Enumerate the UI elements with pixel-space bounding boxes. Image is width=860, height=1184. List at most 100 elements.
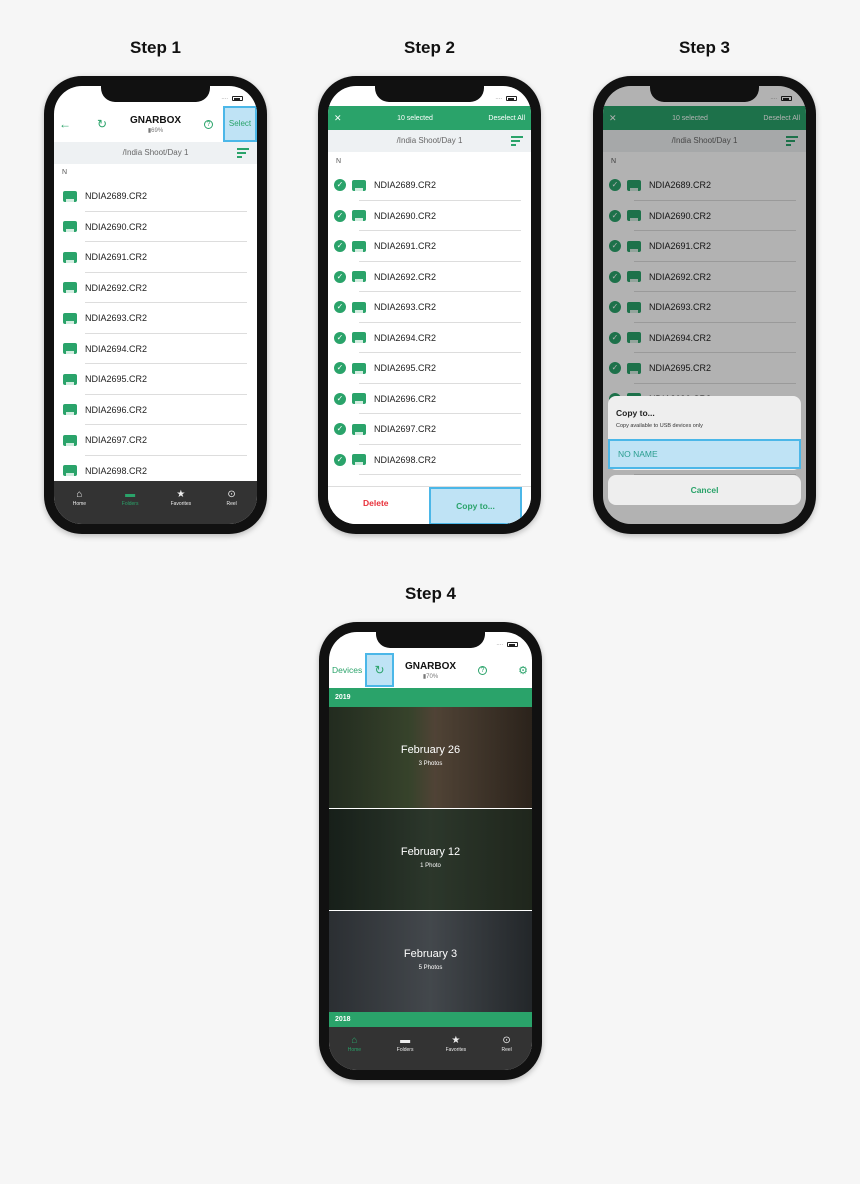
folder-icon: ▬: [125, 489, 136, 500]
file-name: NDIA2689.CR2: [374, 180, 437, 191]
album-card[interactable]: February 3 5 Photos: [329, 911, 532, 1012]
tab-reel[interactable]: ⊙ Reel: [487, 1035, 527, 1070]
tab-home[interactable]: ⌂ Home: [59, 489, 99, 524]
file-row[interactable]: ✓ NDIA2693.CR2: [328, 292, 521, 323]
photo-thumbnail: [329, 809, 532, 910]
reel-icon: ⊙: [227, 489, 236, 500]
album-date: February 3: [403, 948, 458, 960]
copy-to-button[interactable]: Copy to...: [429, 487, 522, 524]
tab-folders[interactable]: ▬ Folders: [110, 489, 150, 524]
phone-step-1: .... ← ↻ GNARBOX ▮69% ? Select /India Sh…: [44, 76, 267, 534]
image-file-icon: [63, 312, 77, 324]
file-row[interactable]: NDIA2694.CR2: [54, 334, 247, 364]
photo-thumbnail: [329, 911, 532, 1012]
image-file-icon: [63, 373, 77, 385]
delete-button[interactable]: Delete: [363, 498, 389, 508]
file-row[interactable]: ✓ NDIA2691.CR2: [328, 231, 521, 262]
device-title: GNARBOX: [404, 661, 457, 672]
album-date: February 12: [400, 846, 461, 858]
file-name: NDIA2697.CR2: [374, 424, 437, 435]
photo-thumbnail: [329, 707, 532, 808]
image-file-icon: [352, 423, 366, 435]
file-row[interactable]: ✓ NDIA2698.CR2: [328, 445, 521, 475]
step-2-label: Step 2: [403, 38, 456, 57]
checkmark-icon[interactable]: ✓: [334, 179, 346, 192]
file-name: NDIA2692.CR2: [374, 271, 437, 282]
image-file-icon: [63, 465, 77, 477]
help-icon[interactable]: ?: [204, 119, 213, 129]
image-file-icon: [352, 271, 366, 283]
file-row[interactable]: NDIA2693.CR2: [54, 303, 247, 334]
file-row[interactable]: ✓ NDIA2696.CR2: [328, 384, 521, 414]
star-icon: ★: [451, 1035, 461, 1046]
phone-step-3: .... ✕ 10 selected Deselect All /India Sho…: [593, 76, 816, 534]
checkmark-icon[interactable]: ✓: [334, 331, 346, 344]
phone-step-4: .... Devices ↻ GNARBOX ▮70% ? ⚙ 2019 Feb…: [319, 622, 542, 1080]
file-row[interactable]: NDIA2690.CR2: [54, 212, 247, 242]
tab-label: Favorites: [170, 501, 192, 507]
checkmark-icon[interactable]: ✓: [334, 301, 346, 314]
album-card[interactable]: February 12 1 Photo: [329, 809, 532, 910]
checkmark-icon[interactable]: ✓: [334, 423, 346, 436]
tab-label: Reel: [501, 1047, 512, 1053]
close-icon[interactable]: ✕: [334, 113, 342, 124]
file-name: NDIA2698.CR2: [374, 454, 437, 465]
file-row[interactable]: ✓ NDIA2692.CR2: [328, 262, 521, 292]
selected-count: 10 selected: [397, 114, 433, 122]
file-name: NDIA2690.CR2: [85, 221, 148, 232]
file-name: NDIA2692.CR2: [85, 282, 148, 293]
tab-favorites[interactable]: ★ Favorites: [436, 1035, 476, 1070]
tab-home[interactable]: ⌂ Home: [334, 1035, 374, 1070]
tab-favorites[interactable]: ★ Favorites: [161, 489, 201, 524]
album-card[interactable]: February 26 3 Photos: [329, 707, 532, 808]
checkmark-icon[interactable]: ✓: [334, 392, 346, 405]
file-name: NDIA2695.CR2: [374, 363, 437, 374]
checkmark-icon[interactable]: ✓: [334, 209, 346, 222]
sort-icon[interactable]: [237, 148, 249, 160]
tab-label: Home: [347, 1047, 362, 1053]
file-row[interactable]: NDIA2695.CR2: [54, 364, 247, 395]
file-name: NDIA2696.CR2: [374, 393, 437, 404]
gear-icon[interactable]: ⚙: [518, 664, 528, 677]
file-row[interactable]: NDIA2691.CR2: [54, 242, 247, 273]
section-header: N: [62, 169, 68, 176]
album-count: 1 Photo: [420, 863, 441, 869]
file-row[interactable]: NDIA2696.CR2: [54, 395, 247, 425]
image-file-icon: [352, 301, 366, 313]
checkmark-icon[interactable]: ✓: [334, 240, 346, 253]
help-icon[interactable]: ?: [478, 665, 487, 675]
image-file-icon: [63, 434, 77, 446]
checkmark-icon[interactable]: ✓: [334, 453, 346, 466]
select-button[interactable]: Select: [223, 106, 257, 142]
destination-no-name[interactable]: NO NAME: [608, 439, 801, 469]
tab-label: Folders: [396, 1047, 414, 1053]
file-row[interactable]: NDIA2692.CR2: [54, 273, 247, 303]
deselect-all-button[interactable]: Deselect All: [488, 115, 525, 122]
path-bar: /India Shoot/Day 1: [328, 130, 531, 152]
cancel-button[interactable]: Cancel: [608, 475, 801, 505]
file-name: NDIA2691.CR2: [85, 252, 148, 263]
album-count: 3 Photos: [418, 761, 443, 767]
tab-folders[interactable]: ▬ Folders: [385, 1035, 425, 1070]
file-row[interactable]: NDIA2689.CR2: [54, 181, 247, 212]
sort-icon[interactable]: [511, 136, 523, 148]
star-icon: ★: [176, 489, 186, 500]
home-icon: ⌂: [351, 1035, 358, 1046]
file-row[interactable]: ✓ NDIA2695.CR2: [328, 353, 521, 384]
notch: [101, 86, 210, 102]
file-row[interactable]: ✓ NDIA2697.CR2: [328, 414, 521, 445]
checkmark-icon[interactable]: ✓: [334, 270, 346, 283]
step-1-label: Step 1: [129, 38, 182, 57]
tab-label: Folders: [121, 501, 139, 507]
path-bar: /India Shoot/Day 1: [54, 142, 257, 164]
home-icon: ⌂: [76, 489, 83, 500]
tab-reel[interactable]: ⊙ Reel: [212, 489, 252, 524]
tab-label: Home: [72, 501, 87, 507]
image-file-icon: [63, 251, 77, 263]
file-row[interactable]: ✓ NDIA2694.CR2: [328, 323, 521, 353]
file-row[interactable]: NDIA2697.CR2: [54, 425, 247, 456]
status-bar: ....: [221, 95, 243, 101]
checkmark-icon[interactable]: ✓: [334, 362, 346, 375]
file-row[interactable]: ✓ NDIA2689.CR2: [328, 170, 521, 201]
file-row[interactable]: ✓ NDIA2690.CR2: [328, 201, 521, 231]
